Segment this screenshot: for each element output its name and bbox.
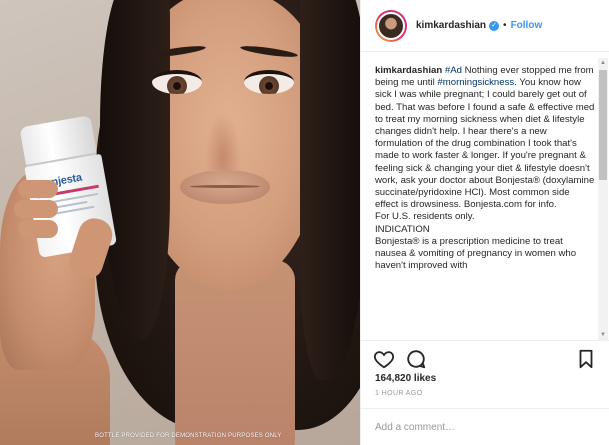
- hashtag-morningsickness[interactable]: #morningsickness: [437, 77, 514, 88]
- scroll-down-arrow-icon[interactable]: ▼: [598, 330, 608, 340]
- bookmark-icon[interactable]: [575, 348, 597, 370]
- finger: [18, 220, 58, 238]
- hair-right: [300, 0, 360, 380]
- scroll-thumb[interactable]: [599, 70, 607, 180]
- hashtag-ad[interactable]: #Ad: [445, 65, 462, 76]
- post-timestamp[interactable]: 1 HOUR AGO: [375, 390, 423, 397]
- right-eye: [244, 70, 294, 94]
- separator-dot: •: [503, 20, 507, 31]
- left-eye: [152, 70, 202, 94]
- lips: [180, 170, 270, 204]
- likes-count[interactable]: 164,820 likes: [375, 373, 436, 384]
- verified-badge-icon: ✓: [489, 20, 500, 31]
- heart-icon[interactable]: [373, 348, 395, 370]
- comment-bar: [361, 408, 609, 445]
- avatar[interactable]: [375, 9, 407, 42]
- post-header: kimkardashian ✓ • Follow: [361, 0, 609, 52]
- finger: [18, 180, 58, 198]
- post-details-panel: kimkardashian ✓ • Follow kimkardashian #…: [360, 0, 609, 445]
- photo-disclaimer: BOTTLE PROVIDED FOR DEMONSTRATION PURPOS…: [95, 433, 282, 439]
- caption-username[interactable]: kimkardashian: [375, 65, 442, 76]
- header-username[interactable]: kimkardashian: [416, 20, 486, 31]
- caption-indication-text: Bonjesta® is a prescription medicine to …: [375, 235, 577, 272]
- caption-scrollbar[interactable]: ▲ ▼: [598, 58, 608, 340]
- scroll-up-arrow-icon[interactable]: ▲: [598, 58, 608, 68]
- caption-residents: For U.S. residents only.: [375, 211, 475, 223]
- caption-paragraph: kimkardashian #Ad Nothing ever stopped m…: [375, 65, 595, 211]
- nose: [205, 110, 241, 170]
- caption-text-2: . You know how sick I was while pregnant…: [375, 77, 595, 211]
- follow-button[interactable]: Follow: [511, 20, 543, 31]
- caption-indication-heading: INDICATION: [375, 223, 430, 235]
- finger: [14, 200, 58, 218]
- action-bar: [361, 340, 609, 376]
- comment-input[interactable]: [375, 421, 575, 433]
- post-photo[interactable]: Bonjesta BOTTLE PROVIDED FOR DEMONSTRATI…: [0, 0, 360, 445]
- post-caption: kimkardashian #Ad Nothing ever stopped m…: [375, 65, 595, 337]
- comment-icon[interactable]: [405, 348, 427, 370]
